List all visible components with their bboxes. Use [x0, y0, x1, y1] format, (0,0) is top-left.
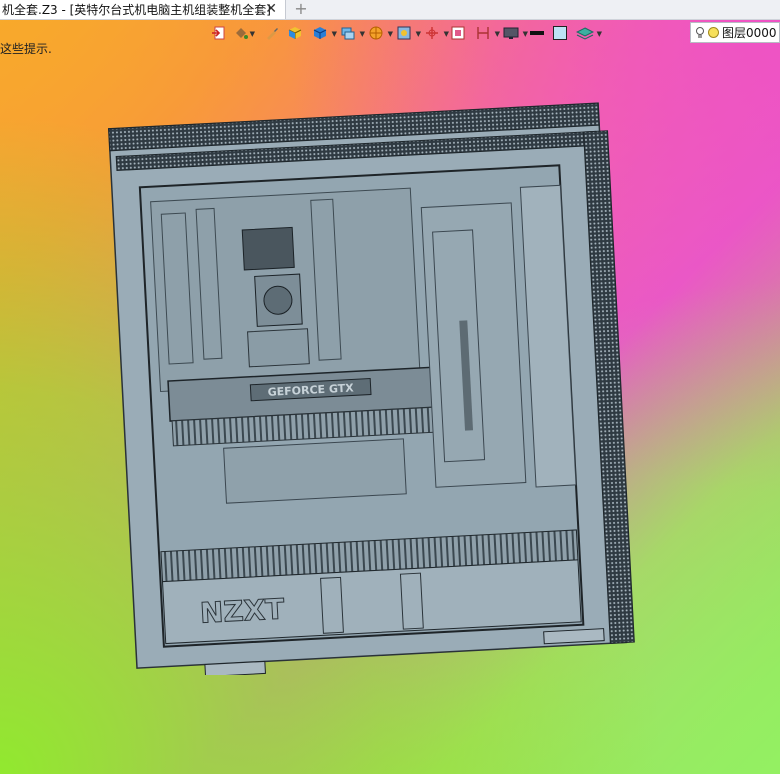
frame-icon[interactable]: [448, 24, 467, 42]
cpu-block: [241, 226, 295, 271]
bulb-icon[interactable]: [695, 26, 705, 39]
axis-icon[interactable]: ▼: [420, 24, 449, 42]
document-tab-title: 机全套.Z3 - [英特尔台式机电脑主机组装整机全套]: [2, 3, 271, 17]
tab-bar: 机全套.Z3 - [英特尔台式机电脑主机组装整机全套] ✕ +: [0, 0, 780, 20]
brush-icon[interactable]: [262, 24, 281, 42]
paint-bucket-icon[interactable]: ▼: [231, 24, 255, 42]
document-tab[interactable]: 机全套.Z3 - [英特尔台式机电脑主机组装整机全套] ✕: [0, 0, 286, 19]
psu-shroud-upper: [223, 438, 407, 504]
paint-dropdown-icon[interactable]: ▼: [250, 30, 255, 38]
layer-name: 图层0000: [722, 26, 777, 40]
boundary-icon[interactable]: ▼: [471, 24, 500, 42]
close-tab-icon[interactable]: ✕: [265, 1, 277, 17]
layers-icon[interactable]: ▼: [336, 24, 365, 42]
sphere-render-icon[interactable]: ▼: [364, 24, 393, 42]
cube-color-icon[interactable]: [285, 24, 304, 42]
chipset: [247, 328, 310, 368]
graphics-toolbar: ▼ ▼ ▼ ▼ ▼ ▼ ▼ ▼ ▼: [208, 23, 602, 43]
brand-logo: NZXT: [199, 592, 285, 629]
new-tab-icon[interactable]: +: [293, 0, 309, 19]
layer-dot-icon: [708, 27, 719, 38]
exit-icon[interactable]: [208, 24, 227, 42]
pc-case-model[interactable]: GEFORCE GTX NZXT: [100, 85, 660, 675]
layer-stack-dropdown-icon[interactable]: ▼: [597, 30, 602, 38]
line-color-icon[interactable]: [527, 24, 546, 42]
layer-stack-icon[interactable]: ▼: [573, 24, 602, 42]
view-icon[interactable]: ▼: [392, 24, 421, 42]
fill-color-icon[interactable]: [550, 24, 569, 42]
foot-right: [543, 628, 605, 645]
cube-blue-icon[interactable]: ▼: [308, 24, 337, 42]
layer-selector[interactable]: 图层0000: [690, 22, 780, 43]
display-icon[interactable]: ▼: [499, 24, 528, 42]
hint-text: 这些提示.: [0, 42, 52, 56]
